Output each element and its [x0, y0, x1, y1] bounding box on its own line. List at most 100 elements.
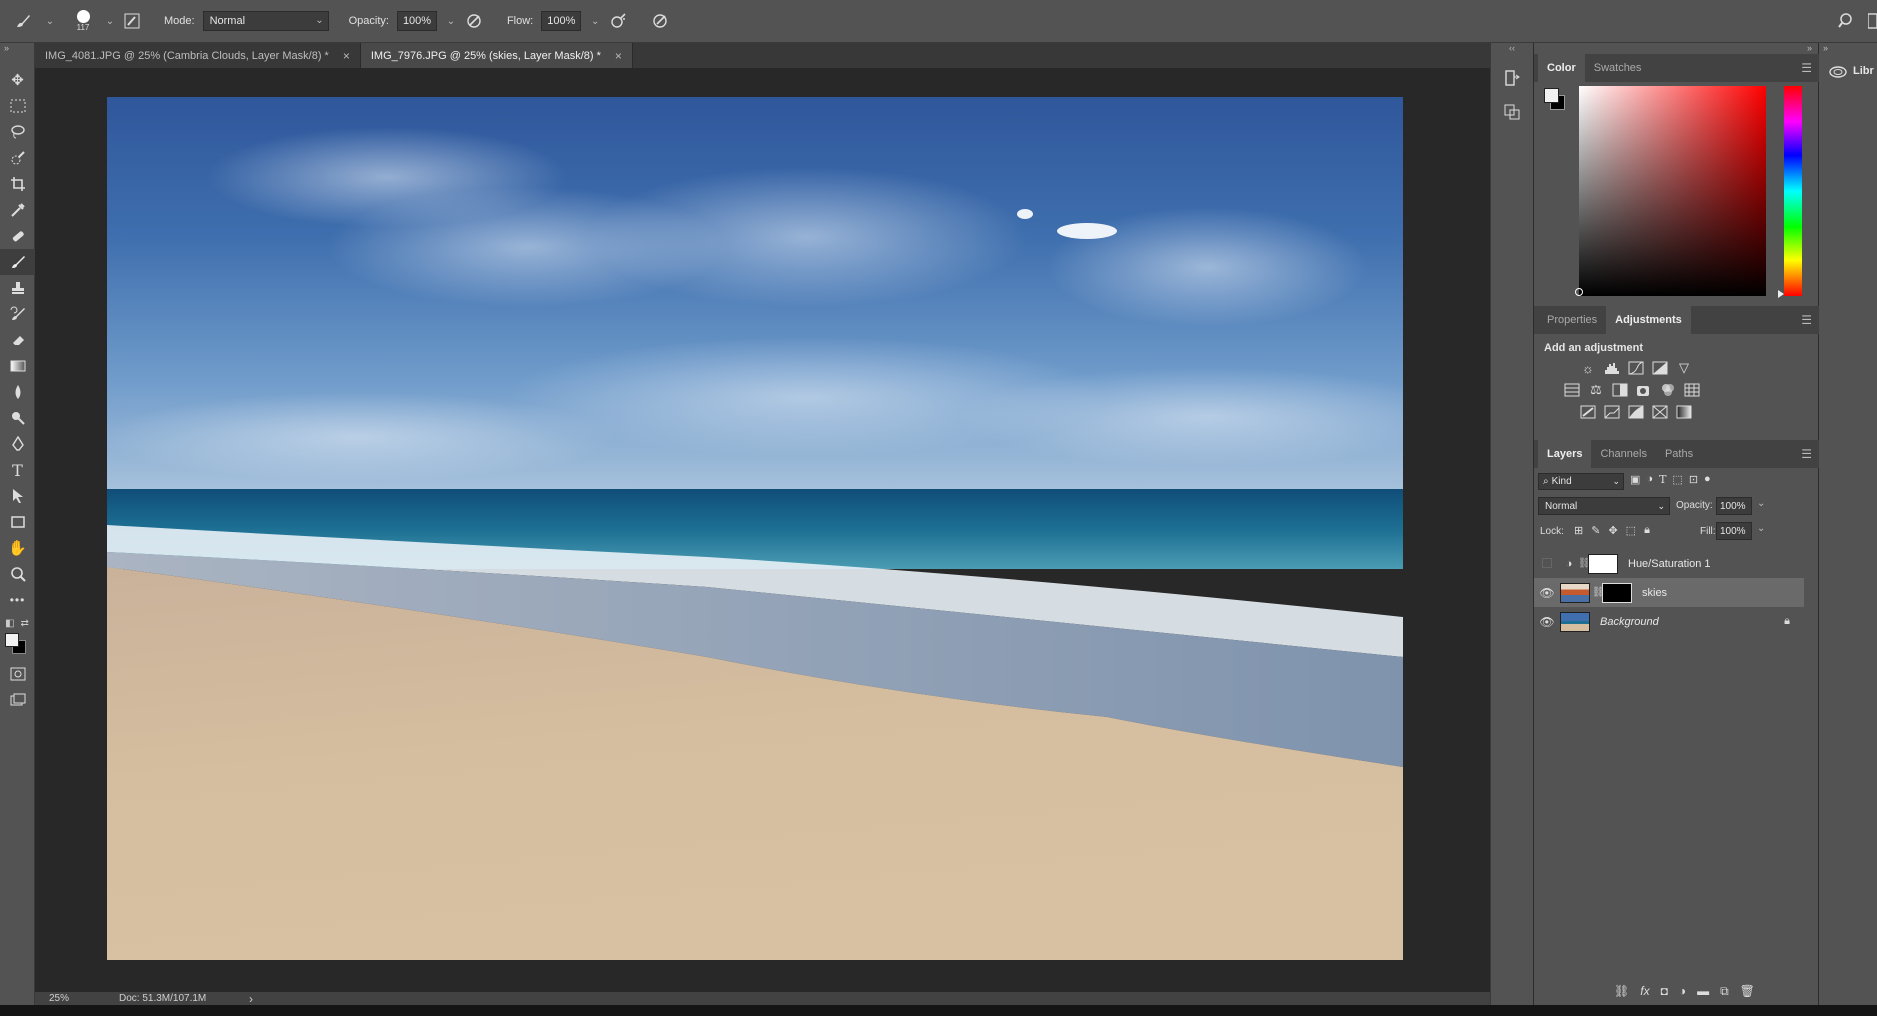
tab-img-7976[interactable]: IMG_7976.JPG @ 25% (skies, Layer Mask/8)…	[360, 43, 633, 68]
hand-tool-icon[interactable]: ✋	[0, 535, 35, 561]
path-selection-tool-icon[interactable]	[0, 483, 35, 509]
tab-layers[interactable]: Layers	[1538, 440, 1592, 468]
color-lookup-icon[interactable]	[1680, 378, 1704, 402]
new-adjustment-layer-icon[interactable]: ◑	[1679, 984, 1686, 999]
crop-tool-icon[interactable]	[0, 171, 35, 197]
layer-mask-thumbnail[interactable]	[1602, 582, 1632, 603]
swap-default-colors[interactable]: ◧ ⇄	[0, 613, 34, 633]
link-icon[interactable]: ⛓	[1578, 558, 1591, 569]
brush-settings-panel-icon[interactable]	[124, 13, 146, 29]
tab-channels[interactable]: Channels	[1591, 440, 1655, 468]
flow-dropdown[interactable]: ⌄	[589, 16, 601, 27]
fill-input[interactable]: 100%	[1716, 522, 1752, 540]
filter-toggle-icon[interactable]: ●	[1704, 473, 1711, 486]
brush-preset-picker[interactable]: 117	[70, 10, 96, 32]
blend-mode-select[interactable]: Normal ⌄	[1538, 497, 1670, 515]
history-brush-tool-icon[interactable]	[0, 301, 35, 327]
lock-transparent-icon[interactable]: ⊞	[1574, 524, 1583, 537]
add-mask-icon[interactable]: ◘	[1661, 984, 1668, 999]
type-filter-icon[interactable]: T	[1659, 473, 1666, 486]
quick-mask-icon[interactable]	[0, 661, 35, 687]
link-icon[interactable]: ⛓	[1592, 587, 1605, 598]
pressure-opacity-icon[interactable]	[465, 12, 487, 30]
layer-row-hue-saturation[interactable]: ◑ ⛓ Hue/Saturation 1	[1534, 549, 1804, 578]
close-icon[interactable]: ×	[343, 49, 350, 63]
gradient-map-icon[interactable]	[1672, 400, 1696, 424]
zoom-level[interactable]: 25%	[49, 993, 119, 1004]
type-tool-icon[interactable]: T	[0, 457, 35, 483]
dodge-tool-icon[interactable]	[0, 405, 35, 431]
pressure-size-icon[interactable]	[651, 12, 673, 30]
adjustment-filter-icon[interactable]: ◑	[1646, 473, 1653, 486]
tool-preset-dropdown[interactable]: ⌄	[44, 16, 56, 27]
canvas-area[interactable]	[35, 68, 1475, 992]
tab-img-4081[interactable]: IMG_4081.JPG @ 25% (Cambria Clouds, Laye…	[35, 43, 361, 68]
clone-source-panel-icon[interactable]	[1491, 95, 1533, 129]
curves-icon[interactable]	[1624, 356, 1648, 380]
healing-brush-tool-icon[interactable]	[0, 223, 35, 249]
layer-row-skies[interactable]: 👁︎ ⛓ skies	[1534, 578, 1804, 607]
airbrush-icon[interactable]	[609, 12, 631, 30]
opacity-dropdown[interactable]: ⌄	[445, 16, 457, 27]
brush-preset-dropdown[interactable]: ⌄	[104, 16, 116, 27]
trash-icon[interactable]: 🗑︎	[1740, 984, 1755, 999]
mode-select[interactable]: Normal ⌄	[202, 11, 329, 31]
lock-image-icon[interactable]: ✎	[1591, 524, 1600, 537]
color-balance-icon[interactable]: ⚖	[1584, 378, 1608, 402]
workspace-icon[interactable]	[1868, 12, 1877, 30]
swap-colors-icon[interactable]: ⇄	[21, 618, 29, 629]
eye-icon[interactable]: 👁︎	[1534, 586, 1560, 600]
invert-icon[interactable]	[1576, 400, 1600, 424]
saturation-brightness-field[interactable]	[1579, 86, 1766, 296]
vibrance-icon[interactable]: ▽	[1672, 356, 1696, 380]
search-icon[interactable]	[1838, 12, 1856, 30]
libraries-button[interactable]: Libr	[1819, 61, 1877, 81]
layer-row-background[interactable]: 👁︎ Background 🔒︎	[1534, 607, 1804, 636]
panel-menu-icon[interactable]: ☰	[1801, 447, 1812, 461]
status-menu-arrow-icon[interactable]: ›	[249, 992, 253, 1006]
tab-adjustments[interactable]: Adjustments	[1606, 306, 1691, 334]
quick-selection-tool-icon[interactable]	[0, 145, 35, 171]
marquee-tool-icon[interactable]	[0, 93, 35, 119]
new-layer-icon[interactable]: ⧉	[1720, 984, 1729, 999]
clone-stamp-tool-icon[interactable]	[0, 275, 35, 301]
pixel-filter-icon[interactable]: ▣	[1630, 473, 1640, 486]
tab-properties[interactable]: Properties	[1538, 306, 1606, 334]
eye-icon[interactable]: 👁︎	[1534, 615, 1560, 629]
fill-dropdown[interactable]: ⌄	[1757, 523, 1765, 534]
visibility-toggle-off[interactable]	[1534, 557, 1560, 571]
layer-mask-thumbnail[interactable]	[1588, 553, 1618, 574]
fx-icon[interactable]: fx	[1640, 984, 1649, 999]
lasso-tool-icon[interactable]	[0, 119, 35, 145]
rectangle-tool-icon[interactable]	[0, 509, 35, 535]
smart-object-filter-icon[interactable]: ⊡	[1689, 473, 1698, 486]
hue-slider-handle[interactable]	[1778, 290, 1784, 298]
close-icon[interactable]: ×	[615, 49, 622, 63]
opacity-input[interactable]: 100%	[396, 11, 437, 31]
layer-opacity-dropdown[interactable]: ⌄	[1757, 498, 1765, 509]
panel-menu-icon[interactable]: ☰	[1801, 61, 1812, 75]
link-layers-icon[interactable]: ⛓	[1614, 984, 1629, 999]
threshold-icon[interactable]	[1624, 400, 1648, 424]
brush-tool-icon[interactable]	[14, 12, 36, 30]
eraser-tool-icon[interactable]	[0, 327, 35, 353]
panel-menu-icon[interactable]: ☰	[1801, 313, 1812, 327]
photo-filter-icon[interactable]	[1632, 378, 1656, 402]
history-panel-icon[interactable]	[1491, 61, 1533, 95]
eyedropper-tool-icon[interactable]	[0, 197, 35, 223]
foreground-color-swatch[interactable]	[5, 633, 19, 647]
tab-color[interactable]: Color	[1538, 54, 1585, 82]
document-image[interactable]	[107, 97, 1403, 960]
blur-tool-icon[interactable]	[0, 379, 35, 405]
layer-opacity-input[interactable]: 100%	[1716, 497, 1752, 515]
tab-paths[interactable]: Paths	[1656, 440, 1702, 468]
toolbox-collapse-icon[interactable]: »	[0, 43, 34, 67]
screen-mode-icon[interactable]	[0, 687, 35, 713]
lock-artboard-icon[interactable]: ⬚	[1626, 524, 1636, 537]
flow-input[interactable]: 100%	[541, 11, 582, 31]
color-picker-handle[interactable]	[1575, 288, 1583, 296]
black-white-icon[interactable]	[1608, 378, 1632, 402]
layer-thumbnail[interactable]	[1560, 582, 1590, 603]
hue-saturation-icon[interactable]	[1560, 378, 1584, 402]
pen-tool-icon[interactable]	[0, 431, 35, 457]
